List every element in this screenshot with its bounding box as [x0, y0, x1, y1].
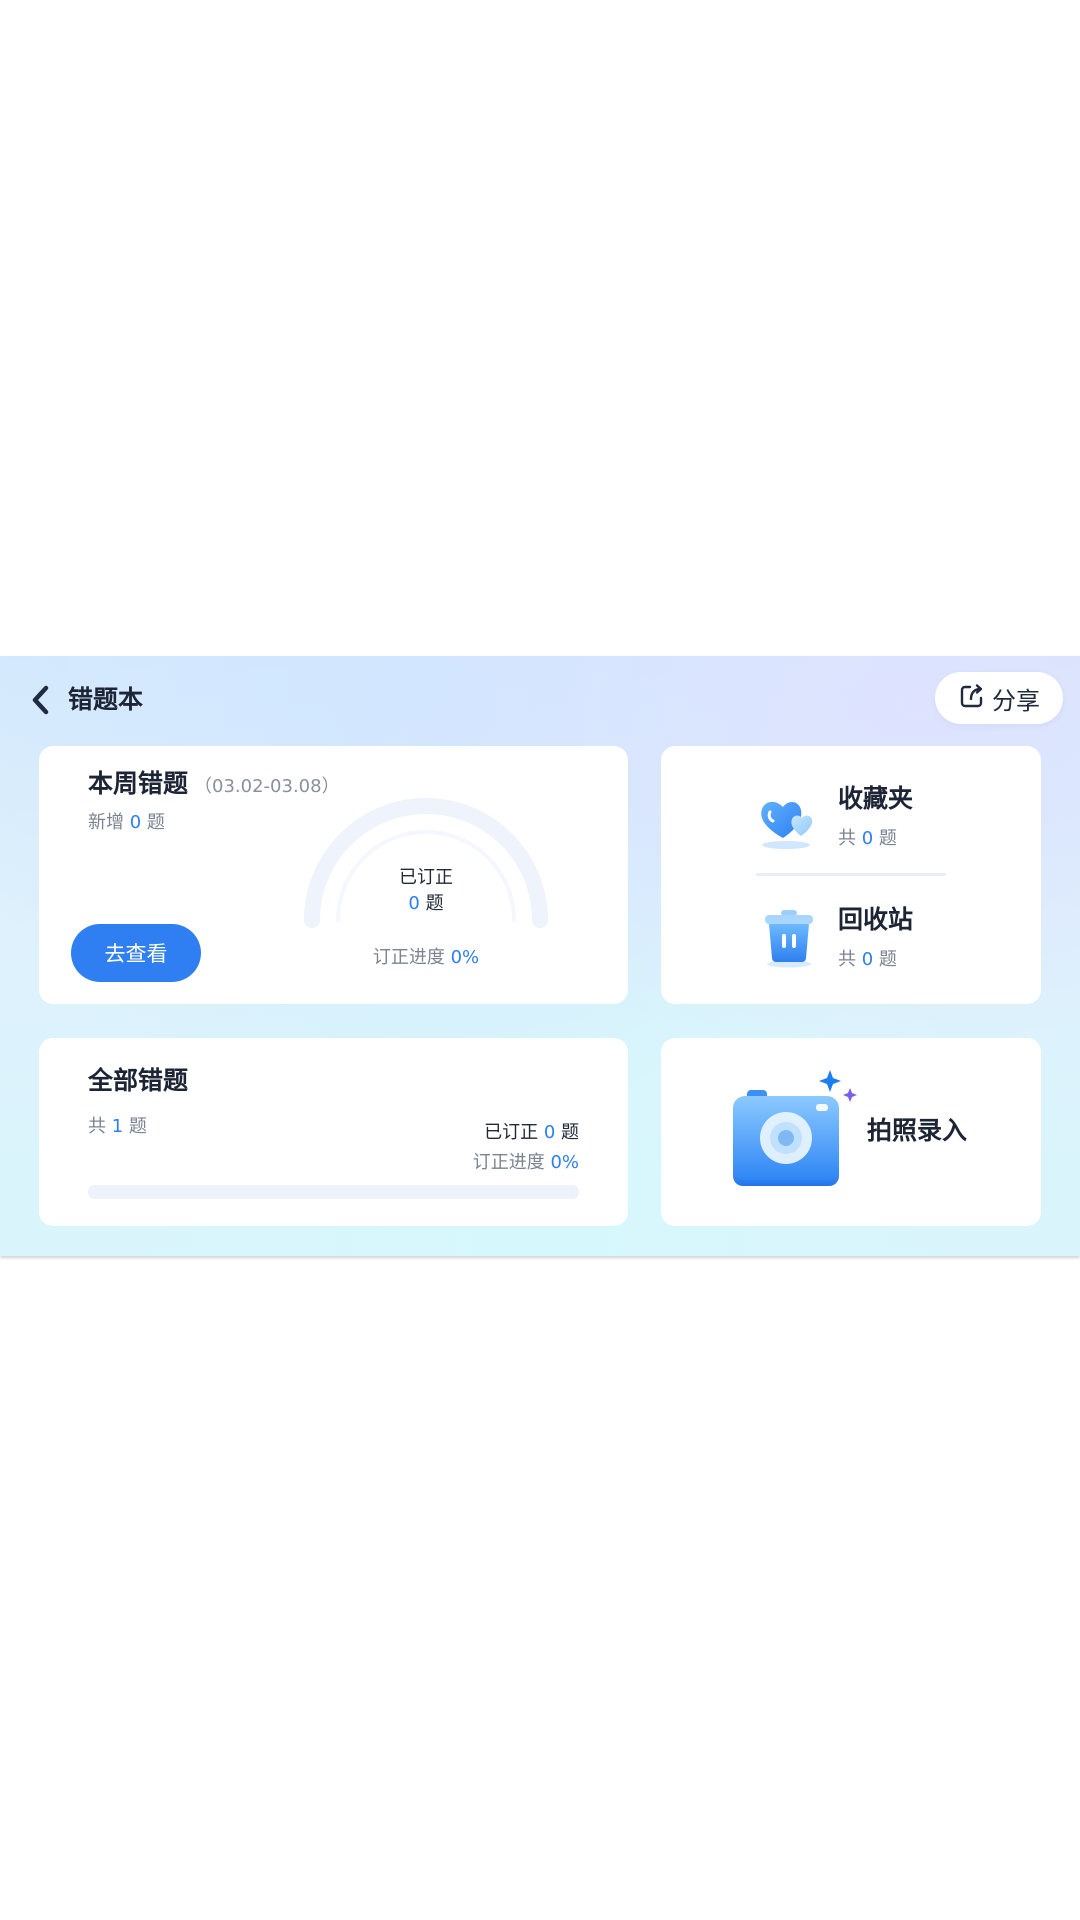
divider	[756, 873, 946, 876]
share-button[interactable]: 分享	[935, 672, 1063, 724]
share-icon	[958, 682, 986, 714]
recycle-count: 共 0 题	[838, 949, 897, 970]
all-correction-progress: 订正进度 0%	[472, 1152, 579, 1173]
all-card-title: 全部错题	[88, 1066, 189, 1095]
favorites-title[interactable]: 收藏夹	[838, 782, 913, 816]
share-label: 分享	[992, 686, 1040, 715]
view-button[interactable]: 去查看	[71, 924, 201, 982]
week-date-range: （03.02-03.08）	[194, 776, 340, 797]
page-title: 错题本	[68, 685, 144, 714]
heart-icon[interactable]	[755, 790, 821, 852]
all-wrong-questions-card[interactable]: 全部错题 共 1 题 已订正 0 题 订正进度 0%	[39, 1038, 628, 1226]
progress-bar	[88, 1185, 579, 1199]
recycle-title[interactable]: 回收站	[838, 903, 913, 937]
week-new-count: 新增 0 题	[88, 812, 165, 833]
all-corrected-count: 已订正 0 题	[484, 1122, 579, 1143]
favorites-count: 共 0 题	[838, 828, 897, 849]
gauge-count: 0 题	[408, 893, 444, 914]
gauge-label: 已订正	[399, 867, 453, 888]
favorites-recycle-card: 收藏夹 共 0 题 回收站 共 0 题	[661, 746, 1041, 1004]
wrong-questions-panel: 错题本 分享 本周错题 （03.02-03.08） 新增 0 题 去查看 已订正 …	[0, 656, 1080, 1256]
camera-icon[interactable]	[729, 1068, 869, 1194]
photo-entry-card[interactable]: 拍照录入	[661, 1038, 1041, 1226]
trash-icon[interactable]	[761, 908, 817, 968]
weekly-wrong-questions-card[interactable]: 本周错题 （03.02-03.08） 新增 0 题 去查看 已订正 0 题 订正进…	[39, 746, 628, 1004]
all-total-count: 共 1 题	[88, 1116, 147, 1137]
photo-entry-label: 拍照录入	[867, 1116, 968, 1145]
week-correction-progress: 订正进度 0%	[372, 947, 480, 968]
back-arrow-icon[interactable]	[26, 682, 56, 718]
